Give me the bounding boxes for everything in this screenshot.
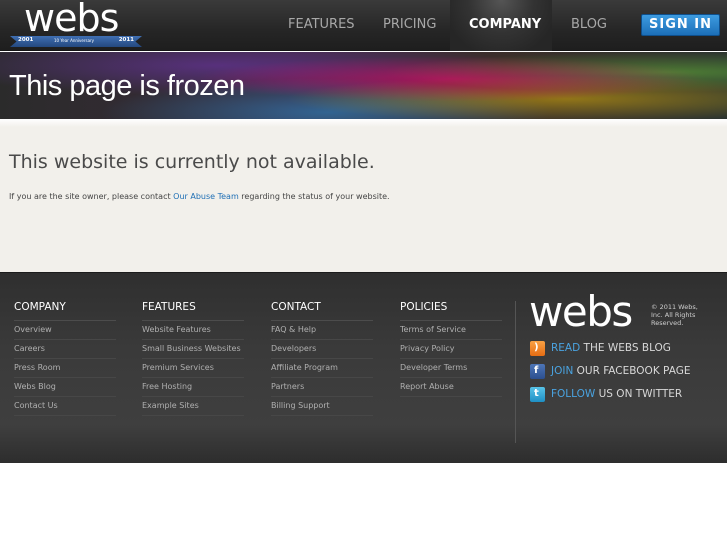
page-title: This page is frozen	[9, 70, 245, 102]
footer-link-contact-us[interactable]: Contact Us	[14, 397, 116, 416]
abuse-team-link[interactable]: Our Abuse Team	[173, 192, 239, 201]
footer-link-developer-terms[interactable]: Developer Terms	[400, 359, 502, 378]
anniversary-ribbon: 2001 10 Year Anniversary 2011	[10, 36, 142, 47]
footer-heading-contact: CONTACT	[271, 301, 373, 321]
nav-company[interactable]: COMPANY	[469, 17, 541, 32]
footer-link-small-business[interactable]: Small Business Websites	[142, 340, 244, 359]
social-blog-rest: THE WEBS BLOG	[580, 342, 671, 354]
ribbon-caption: 10 Year Anniversary	[54, 38, 95, 43]
logo-wordmark: webs	[24, 0, 119, 40]
main-content: This website is currently not available.…	[0, 119, 727, 272]
footer-column-features: FEATURES Website Features Small Business…	[142, 301, 244, 416]
nav-features[interactable]: FEATURES	[288, 17, 355, 32]
footer-webs-logo[interactable]: webs	[529, 287, 633, 336]
footer-link-free-hosting[interactable]: Free Hosting	[142, 378, 244, 397]
footer-link-press-room[interactable]: Press Room	[14, 359, 116, 378]
social-blog-text: READ THE WEBS BLOG	[551, 342, 671, 354]
footer-link-terms-of-service[interactable]: Terms of Service	[400, 321, 502, 340]
footer-link-report-abuse[interactable]: Report Abuse	[400, 378, 502, 397]
twitter-icon: t	[530, 387, 545, 402]
footer-column-policies: POLICIES Terms of Service Privacy Policy…	[400, 301, 502, 397]
top-navigation-bar: webs 2001 10 Year Anniversary 2011 FEATU…	[0, 0, 727, 51]
unavailable-heading: This website is currently not available.	[9, 151, 375, 173]
page-banner: This page is frozen	[0, 52, 727, 119]
footer-link-webs-blog[interactable]: Webs Blog	[14, 378, 116, 397]
footer-copyright: © 2011 Webs, Inc. All Rights Reserved.	[651, 303, 698, 327]
footer-link-overview[interactable]: Overview	[14, 321, 116, 340]
facebook-icon: f	[530, 364, 545, 379]
social-facebook-text: JOIN OUR FACEBOOK PAGE	[551, 365, 690, 377]
social-twitter-text: FOLLOW US ON TWITTER	[551, 388, 682, 400]
ribbon-year-end: 2011	[118, 37, 134, 43]
footer-divider	[515, 301, 516, 443]
ribbon-year-start: 2001	[18, 37, 34, 43]
footer-link-affiliate-program[interactable]: Affiliate Program	[271, 359, 373, 378]
social-facebook-verb: JOIN	[551, 365, 574, 377]
footer-column-company: COMPANY Overview Careers Press Room Webs…	[14, 301, 116, 416]
footer-heading-company: COMPANY	[14, 301, 116, 321]
site-footer: COMPANY Overview Careers Press Room Webs…	[0, 272, 727, 463]
nav-pricing[interactable]: PRICING	[383, 17, 436, 32]
footer-link-example-sites[interactable]: Example Sites	[142, 397, 244, 416]
social-twitter-rest: US ON TWITTER	[595, 388, 683, 400]
webs-logo[interactable]: webs 2001 10 Year Anniversary 2011	[10, 0, 142, 48]
footer-link-partners[interactable]: Partners	[271, 378, 373, 397]
owner-message: If you are the site owner, please contac…	[9, 192, 390, 201]
social-twitter-verb: FOLLOW	[551, 388, 596, 400]
footer-link-billing-support[interactable]: Billing Support	[271, 397, 373, 416]
content-top-fade	[0, 119, 727, 127]
owner-message-prefix: If you are the site owner, please contac…	[9, 192, 174, 201]
footer-heading-policies: POLICIES	[400, 301, 502, 321]
social-facebook-rest: OUR FACEBOOK PAGE	[573, 365, 691, 377]
owner-message-suffix: regarding the status of your website.	[238, 192, 390, 201]
footer-link-privacy-policy[interactable]: Privacy Policy	[400, 340, 502, 359]
sign-in-button[interactable]: SIGN IN	[641, 14, 720, 36]
footer-column-contact: CONTACT FAQ & Help Developers Affiliate …	[271, 301, 373, 416]
footer-link-premium-services[interactable]: Premium Services	[142, 359, 244, 378]
footer-link-careers[interactable]: Careers	[14, 340, 116, 359]
footer-link-website-features[interactable]: Website Features	[142, 321, 244, 340]
nav-blog[interactable]: BLOG	[571, 17, 607, 32]
footer-link-faq-help[interactable]: FAQ & Help	[271, 321, 373, 340]
footer-heading-features: FEATURES	[142, 301, 244, 321]
social-blog-verb: READ	[551, 342, 581, 354]
footer-link-developers[interactable]: Developers	[271, 340, 373, 359]
rss-icon: )	[530, 341, 545, 356]
